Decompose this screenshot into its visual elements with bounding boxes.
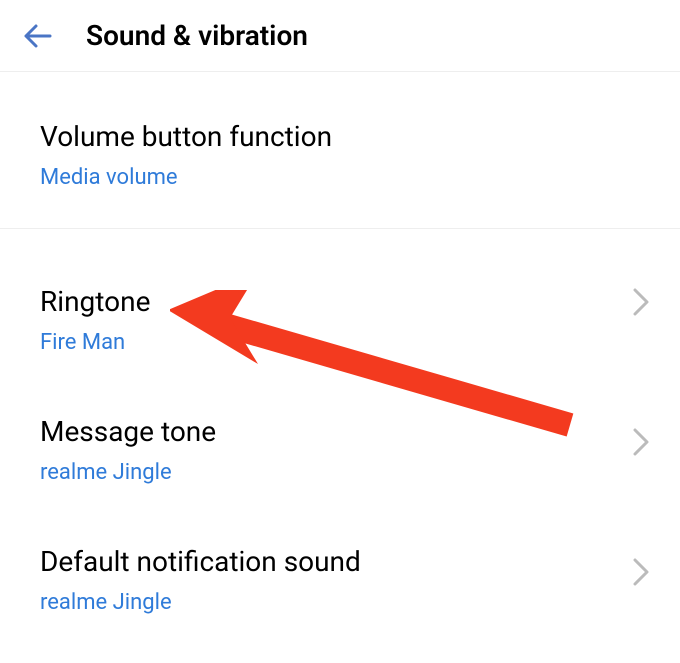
chevron-right-icon xyxy=(632,557,650,591)
back-arrow-icon xyxy=(20,18,56,54)
settings-list: Volume button function Media volume Ring… xyxy=(0,72,680,639)
setting-item-message-tone[interactable]: Message tone realme Jingle xyxy=(0,379,680,509)
setting-item-ringtone[interactable]: Ringtone Fire Man xyxy=(0,229,680,379)
setting-item-volume-button-function[interactable]: Volume button function Media volume xyxy=(0,72,680,229)
setting-title: Ringtone xyxy=(40,285,640,318)
setting-title: Message tone xyxy=(40,415,640,448)
setting-value: realme Jingle xyxy=(40,590,640,615)
setting-title: Volume button function xyxy=(40,120,640,153)
chevron-right-icon xyxy=(632,427,650,461)
setting-value: Media volume xyxy=(40,165,640,190)
header-bar: Sound & vibration xyxy=(0,0,680,72)
back-button[interactable] xyxy=(8,6,68,66)
setting-value: realme Jingle xyxy=(40,460,640,485)
setting-value: Fire Man xyxy=(40,330,640,355)
chevron-right-icon xyxy=(632,287,650,321)
setting-title: Default notification sound xyxy=(40,545,640,578)
page-title: Sound & vibration xyxy=(86,19,308,52)
setting-item-default-notification-sound[interactable]: Default notification sound realme Jingle xyxy=(0,509,680,639)
